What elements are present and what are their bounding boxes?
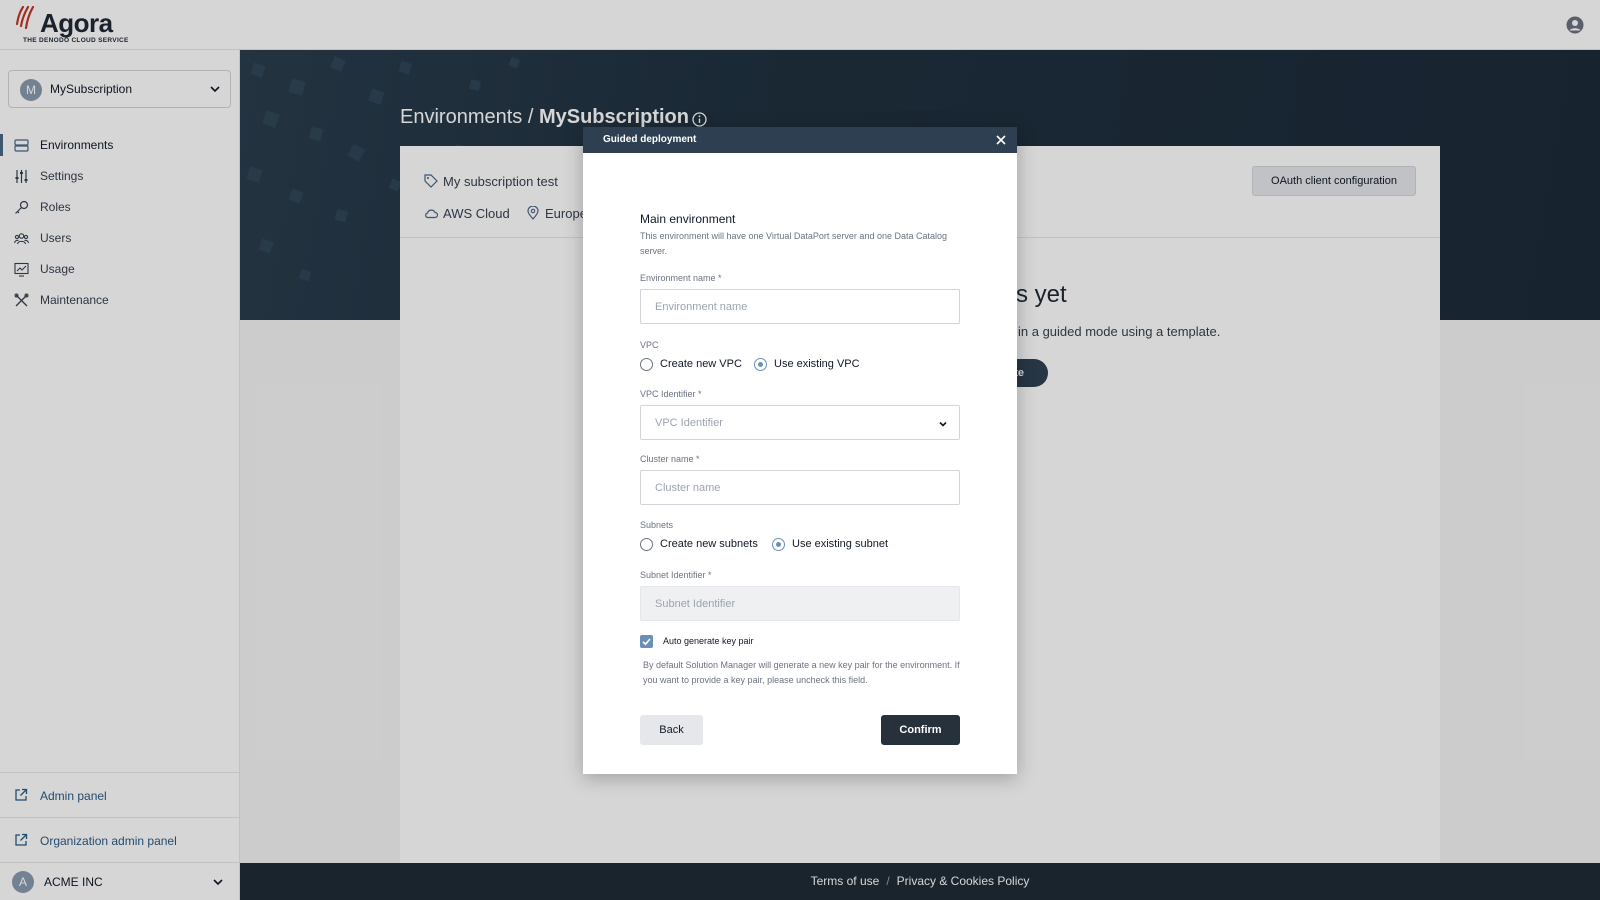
create-new-vpc-label[interactable]: Create new VPC xyxy=(660,358,742,370)
vpc-identifier-select[interactable]: VPC Identifier xyxy=(640,405,960,440)
subnet-identifier-input[interactable] xyxy=(640,586,960,621)
key-pair-help-text: By default Solution Manager will generat… xyxy=(643,660,960,685)
section-title: Main environment xyxy=(640,212,736,226)
cluster-name-label: Cluster name * xyxy=(640,454,700,464)
subnets-label: Subnets xyxy=(640,520,674,530)
subnets-radio-group: Create new subnets Use existing subnet xyxy=(640,536,960,552)
close-icon[interactable] xyxy=(995,134,1007,146)
environment-name-label: Environment name * xyxy=(640,273,722,283)
use-existing-vpc-label[interactable]: Use existing VPC xyxy=(774,358,860,370)
dialog-title: Guided deployment xyxy=(603,134,697,145)
chevron-down-icon xyxy=(939,421,947,427)
section-description: This environment will have one Virtual D… xyxy=(640,231,947,256)
use-existing-vpc-radio[interactable] xyxy=(754,358,767,371)
cluster-name-input[interactable] xyxy=(640,470,960,505)
back-button[interactable]: Back xyxy=(640,715,703,745)
create-new-subnets-label[interactable]: Create new subnets xyxy=(660,538,758,550)
use-existing-subnet-label[interactable]: Use existing subnet xyxy=(792,538,888,550)
vpc-identifier-placeholder: VPC Identifier xyxy=(655,417,723,429)
auto-generate-key-pair-label[interactable]: Auto generate key pair xyxy=(663,636,754,646)
create-new-vpc-radio[interactable] xyxy=(640,358,653,371)
vpc-label: VPC xyxy=(640,340,659,350)
vpc-identifier-label: VPC Identifier * xyxy=(640,389,702,399)
auto-generate-key-pair-checkbox[interactable] xyxy=(640,635,653,648)
subnet-identifier-label: Subnet Identifier * xyxy=(640,570,712,580)
use-existing-subnet-radio[interactable] xyxy=(772,538,785,551)
guided-deployment-dialog: Guided deployment Main environment This … xyxy=(583,127,1017,774)
confirm-button[interactable]: Confirm xyxy=(881,715,960,745)
dialog-header: Guided deployment xyxy=(583,127,1017,153)
vpc-radio-group: Create new VPC Use existing VPC xyxy=(640,356,960,372)
checkmark-icon xyxy=(642,638,651,646)
create-new-subnets-radio[interactable] xyxy=(640,538,653,551)
environment-name-input[interactable] xyxy=(640,289,960,324)
